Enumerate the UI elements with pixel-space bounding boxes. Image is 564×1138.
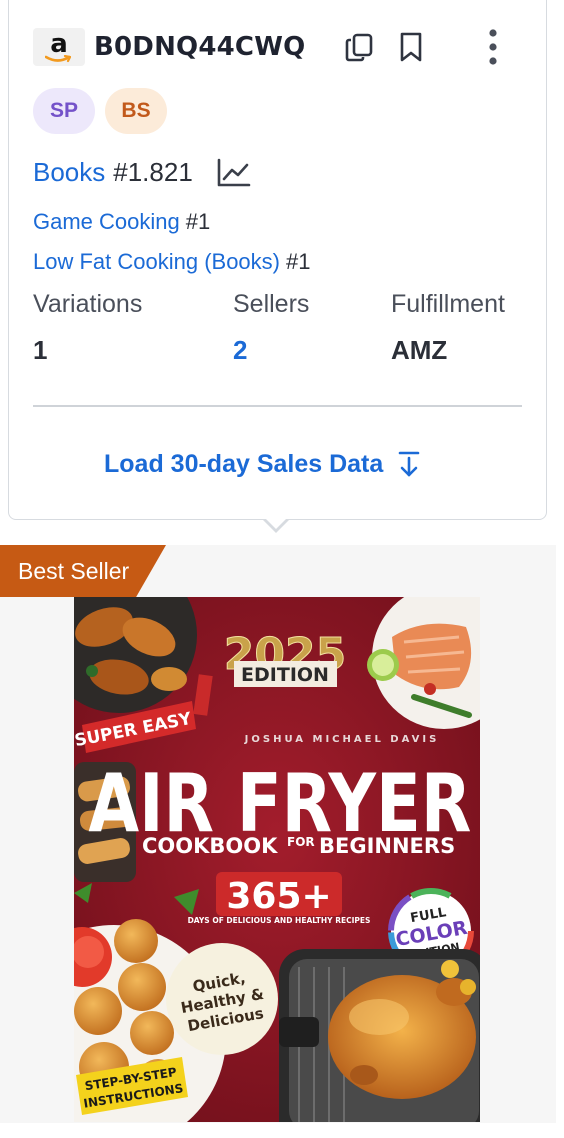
variations-value: 1 xyxy=(33,335,48,365)
fulfillment-stat: Fulfillment AMZ xyxy=(391,290,505,366)
sellers-stat: Sellers 2 xyxy=(233,290,309,366)
bs-badge: BS xyxy=(105,88,167,134)
rank-chart-icon[interactable] xyxy=(217,158,251,188)
divider xyxy=(33,405,522,407)
sp-badge: SP xyxy=(33,88,95,134)
subcategory-rank: Low Fat Cooking (Books) #1 xyxy=(33,249,311,274)
svg-text:JOSHUA MICHAEL DAVIS: JOSHUA MICHAEL DAVIS xyxy=(244,734,440,745)
subcategory-link[interactable]: Game Cooking xyxy=(33,209,180,234)
svg-text:EDITION: EDITION xyxy=(241,664,329,686)
more-options-icon[interactable] xyxy=(476,29,510,65)
copy-icon[interactable] xyxy=(342,30,376,64)
product-header: a B0DNQ44CWQ xyxy=(33,27,305,67)
variations-label: Variations xyxy=(33,290,143,318)
main-category-link[interactable]: Books xyxy=(33,157,105,188)
main-rank-value: #1.821 xyxy=(113,157,193,187)
main-rank: Books #1.821 xyxy=(33,157,251,188)
subcategory-rank: Game Cooking #1 xyxy=(33,209,211,234)
svg-text:COOKBOOK: COOKBOOK xyxy=(142,834,278,858)
subcategory-link[interactable]: Low Fat Cooking (Books) xyxy=(33,249,280,274)
sellers-value-link[interactable]: 2 xyxy=(233,335,309,366)
variations-stat: Variations 1 xyxy=(33,290,142,366)
svg-text:FOR: FOR xyxy=(287,835,315,849)
svg-text:365+: 365+ xyxy=(226,876,331,917)
load-sales-data-button[interactable]: Load 30-day Sales Data xyxy=(104,446,421,482)
amazon-logo-icon: a xyxy=(33,28,85,66)
badge-row: SP BS xyxy=(33,88,167,134)
fulfillment-label: Fulfillment xyxy=(391,290,505,318)
sellers-label: Sellers xyxy=(233,290,310,318)
arrow-down-to-line-icon xyxy=(398,451,420,477)
svg-text:DAYS OF DELICIOUS AND HEALTHY: DAYS OF DELICIOUS AND HEALTHY RECIPES xyxy=(188,916,371,925)
fulfillment-value: AMZ xyxy=(391,335,448,365)
asin: B0DNQ44CWQ xyxy=(94,32,306,62)
book-cover-image[interactable]: 2025 EDITION EDITION SUPER EASY JOSHUA M… xyxy=(74,597,480,1122)
svg-text:BEGINNERS: BEGINNERS xyxy=(319,834,455,858)
bookmark-icon[interactable] xyxy=(394,30,428,64)
